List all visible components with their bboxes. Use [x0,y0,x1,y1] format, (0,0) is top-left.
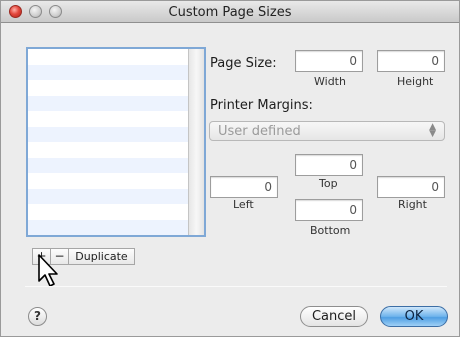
help-icon[interactable]: ? [28,307,47,326]
bottom-margin-field[interactable]: 0 [295,199,363,221]
top-margin-field[interactable]: 0 [295,154,363,176]
top-label: Top [319,177,338,190]
list-item[interactable] [28,142,188,158]
left-margin-field[interactable]: 0 [210,176,278,198]
margins-popup[interactable]: User defined ▲ ▼ [209,121,445,141]
right-label: Right [398,198,427,211]
page-size-label: Page Size: [210,56,277,71]
printer-margins-label: Printer Margins: [210,98,313,113]
list-item[interactable] [28,126,188,142]
list-item[interactable] [28,219,188,235]
width-label: Width [314,75,346,88]
list-item[interactable] [28,157,188,173]
mouse-pointer-icon [38,254,58,287]
list-item[interactable] [28,173,188,189]
width-field[interactable]: 0 [295,50,363,72]
custom-page-sizes-dialog: Custom Page Sizes Page Size: 0 Width 0 H… [0,0,460,337]
margins-popup-value: User defined [218,124,301,139]
list-item[interactable] [28,64,188,80]
list-item[interactable] [28,80,188,96]
list-scrollbar[interactable] [188,49,204,235]
list-rows [28,49,188,235]
bottom-label: Bottom [310,224,351,237]
footer-separator [25,286,447,287]
window-title: Custom Page Sizes [168,5,292,20]
right-margin-field[interactable]: 0 [377,176,445,198]
updown-arrows-icon: ▲ ▼ [429,122,436,139]
left-label: Left [233,198,254,211]
ok-button[interactable]: OK [380,306,448,327]
list-item[interactable] [28,49,188,65]
page-size-list[interactable] [26,47,206,237]
cancel-button[interactable]: Cancel [300,306,368,327]
list-item[interactable] [28,111,188,127]
list-item[interactable] [28,95,188,111]
list-item[interactable] [28,204,188,220]
title-bar[interactable]: Custom Page Sizes [1,1,459,23]
height-field[interactable]: 0 [377,50,445,72]
duplicate-button[interactable]: Duplicate [68,248,135,265]
list-item[interactable] [28,188,188,204]
height-label: Height [397,75,434,88]
